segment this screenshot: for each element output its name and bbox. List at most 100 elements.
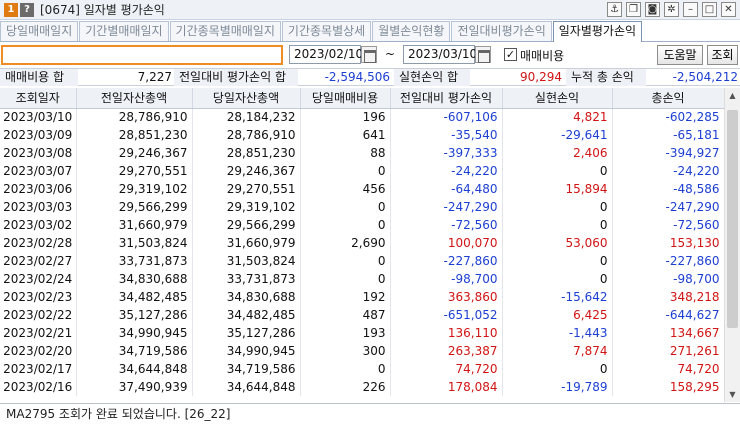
- end-date-input[interactable]: 2023/03/10: [403, 45, 477, 64]
- table-row[interactable]: 2023/02/23 34,482,485 34,830,688 192 363,860…: [0, 288, 724, 306]
- table-cell: 2023/02/16: [0, 378, 77, 396]
- table-row[interactable]: 2023/03/02 31,660,979 29,566,299 0 -72,560 0-…: [0, 216, 724, 234]
- table-cell: 0: [300, 252, 391, 270]
- table-row[interactable]: 2023/02/27 33,731,873 31,503,824 0 -227,860 0…: [0, 252, 724, 270]
- table-cell: -607,106: [390, 108, 503, 126]
- table-cell: 34,719,586: [192, 360, 301, 378]
- table-row[interactable]: 2023/02/24 34,830,688 33,731,873 0 -98,700 0-…: [0, 270, 724, 288]
- table-cell: -19,789: [502, 378, 613, 396]
- vertical-scrollbar[interactable]: ▲ ▼: [724, 88, 740, 402]
- calendar-icon[interactable]: [361, 46, 377, 63]
- table-row[interactable]: 2023/03/07 29,270,551 29,246,367 0 -24,220 0-…: [0, 162, 724, 180]
- help-button[interactable]: 도움말: [657, 45, 703, 65]
- column-header-date[interactable]: 조회일자: [0, 88, 77, 109]
- column-header-eval-pnl[interactable]: 전일대비 평가손익: [390, 88, 503, 109]
- fee-checkbox[interactable]: ✓: [504, 48, 517, 61]
- table-row[interactable]: 2023/03/10 28,786,910 28,184,232 196 -607,10…: [0, 108, 724, 126]
- scroll-thumb[interactable]: [727, 110, 738, 328]
- account-input[interactable]: [1, 45, 283, 65]
- tab-period-stock-trade-journal[interactable]: 기간종목별매매일지: [169, 21, 281, 41]
- start-date-input[interactable]: 2023/02/10: [289, 45, 363, 64]
- table-cell: 0: [502, 360, 613, 378]
- column-header-prev-assets[interactable]: 전일자산총액: [76, 88, 193, 109]
- copy-icon[interactable]: ❐: [626, 2, 641, 17]
- table-cell: 7,874: [502, 342, 613, 360]
- table-cell: 33,731,873: [76, 252, 193, 270]
- table-cell: 2023/02/17: [0, 360, 77, 378]
- column-header-total-pnl[interactable]: 총손익: [612, 88, 724, 109]
- help-icon[interactable]: ?: [20, 2, 34, 17]
- tab-monthly-pnl[interactable]: 월별손익현황: [372, 21, 451, 41]
- table-cell: 226: [300, 378, 391, 396]
- realized-sum-value: 90,294: [520, 70, 562, 84]
- search-button[interactable]: 조회: [707, 45, 738, 65]
- column-header-today-assets[interactable]: 당일자산총액: [192, 88, 301, 109]
- table-cell: -227,860: [612, 252, 724, 270]
- fee-checkbox-label: 매매비용: [520, 49, 565, 63]
- table-cell: 2023/02/27: [0, 252, 77, 270]
- tab-daily-trade-journal[interactable]: 당일매매일지: [0, 21, 79, 41]
- calendar-icon[interactable]: [475, 46, 491, 63]
- window-controls: ⚓ ❐ ◙ ✲ – □ ✕: [607, 2, 736, 17]
- table-cell: 0: [502, 270, 613, 288]
- table-cell: 193: [300, 324, 391, 342]
- table-cell: 2023/03/09: [0, 126, 77, 144]
- table-row[interactable]: 2023/03/08 29,246,367 28,851,230 88 -397,333…: [0, 144, 724, 162]
- maximize-icon[interactable]: □: [702, 2, 717, 17]
- table-row[interactable]: 2023/03/06 29,319,102 29,270,551 456 -64,480…: [0, 180, 724, 198]
- table-cell: 15,894: [502, 180, 613, 198]
- table-cell: 363,860: [390, 288, 503, 306]
- table-cell: -602,285: [612, 108, 724, 126]
- table-cell: 456: [300, 180, 391, 198]
- table-cell: 2,406: [502, 144, 613, 162]
- daily-eval-table: 조회일자 전일자산총액 당일자산총액 당일매매비용 전일대비 평가손익 실현손익…: [0, 88, 724, 402]
- camera-icon[interactable]: ◙: [645, 2, 660, 17]
- table-cell: 74,720: [390, 360, 503, 378]
- gear-icon[interactable]: ✲: [664, 2, 679, 17]
- table-cell: 348,218: [612, 288, 724, 306]
- table-cell: 136,110: [390, 324, 503, 342]
- tab-prev-day-eval-pnl[interactable]: 전일대비평가손익: [451, 21, 552, 41]
- table-row[interactable]: 2023/02/22 35,127,286 34,482,485 487 -651,05…: [0, 306, 724, 324]
- table-cell: 0: [300, 162, 391, 180]
- window-number-badge[interactable]: 1: [4, 2, 18, 17]
- minimize-icon[interactable]: –: [683, 2, 698, 17]
- table-cell: -64,480: [390, 180, 503, 198]
- table-cell: 29,319,102: [76, 180, 193, 198]
- fee-sum-label: 매매비용 합: [0, 69, 78, 86]
- scroll-up-icon[interactable]: ▲: [725, 88, 740, 103]
- table-cell: 34,719,586: [76, 342, 193, 360]
- table-cell: -48,586: [612, 180, 724, 198]
- table-cell: -15,642: [502, 288, 613, 306]
- table-row[interactable]: 2023/02/21 34,990,945 35,127,286 193 136,110…: [0, 324, 724, 342]
- table-cell: 2023/03/02: [0, 216, 77, 234]
- table-row[interactable]: 2023/03/09 28,851,230 28,786,910 641 -35,540…: [0, 126, 724, 144]
- scroll-down-icon[interactable]: ▼: [725, 387, 740, 402]
- table-row[interactable]: 2023/02/20 34,719,586 34,990,945 300 263,387…: [0, 342, 724, 360]
- table-row[interactable]: 2023/02/16 37,490,939 34,644,848 226 178,084…: [0, 378, 724, 396]
- table-header-row: 조회일자 전일자산총액 당일자산총액 당일매매비용 전일대비 평가손익 실현손익…: [0, 88, 724, 109]
- table-cell: 31,503,824: [192, 252, 301, 270]
- table-cell: 2023/02/20: [0, 342, 77, 360]
- query-toolbar: 2023/02/10 ~ 2023/03/10 ✓ 매매비용 도움말 조회: [0, 43, 740, 67]
- table-cell: 28,786,910: [76, 108, 193, 126]
- column-header-trade-fee[interactable]: 당일매매비용: [300, 88, 391, 109]
- table-row[interactable]: 2023/03/03 29,566,299 29,319,102 0 -247,290 0…: [0, 198, 724, 216]
- table-cell: -98,700: [612, 270, 724, 288]
- table-row[interactable]: 2023/02/17 34,644,848 34,719,586 0 74,720 0 74…: [0, 360, 724, 378]
- tab-period-trade-journal[interactable]: 기간별매매일지: [79, 21, 169, 41]
- table-cell: 31,503,824: [76, 234, 193, 252]
- tab-daily-eval-pnl[interactable]: 일자별평가손익: [552, 21, 643, 42]
- table-cell: 0: [300, 360, 391, 378]
- table-cell: 2,690: [300, 234, 391, 252]
- link-icon[interactable]: ⚓: [607, 2, 622, 17]
- tab-period-stock-detail[interactable]: 기간종목별상세: [281, 21, 372, 41]
- table-row[interactable]: 2023/02/28 31,503,824 31,660,979 2,690 100,0…: [0, 234, 724, 252]
- table-cell: 28,786,910: [192, 126, 301, 144]
- eval-sum-label: 전일대비 평가손익 합: [174, 69, 298, 86]
- close-icon[interactable]: ✕: [721, 2, 736, 17]
- table-cell: 29,246,367: [192, 162, 301, 180]
- column-header-realized-pnl[interactable]: 실현손익: [502, 88, 613, 109]
- table-cell: -1,443: [502, 324, 613, 342]
- status-bar: MA2795 조회가 완료 되었습니다. [26_22]: [0, 403, 740, 425]
